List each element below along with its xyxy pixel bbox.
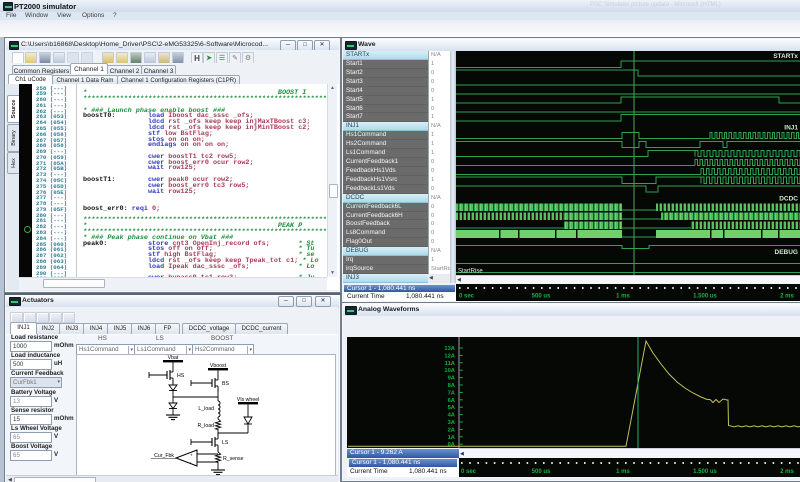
svg-text:DCDC: DCDC — [779, 196, 798, 203]
svg-text:1 ms: 1 ms — [616, 294, 630, 300]
svg-text:R_sense: R_sense — [223, 456, 244, 462]
svg-text:500 us: 500 us — [532, 294, 551, 300]
svg-text:LS: LS — [222, 440, 229, 446]
svg-text:6A: 6A — [448, 398, 456, 404]
svg-text:DEBUG: DEBUG — [775, 249, 798, 256]
svg-text:Vbat: Vbat — [168, 355, 179, 361]
svg-text:+: + — [190, 453, 193, 458]
svg-text:StartRise: StartRise — [458, 269, 483, 275]
svg-text:VIs wheel: VIs wheel — [237, 397, 260, 403]
svg-text:L_load: L_load — [198, 406, 214, 412]
svg-text:10A: 10A — [444, 368, 455, 374]
svg-text:9A: 9A — [448, 376, 456, 382]
svg-text:2 ms: 2 ms — [780, 469, 794, 475]
svg-text:1.500 us: 1.500 us — [693, 294, 717, 300]
svg-text:2A: 2A — [448, 427, 456, 433]
svg-text:7A: 7A — [448, 390, 456, 396]
svg-text:0 sec: 0 sec — [459, 294, 475, 300]
svg-text:1A: 1A — [448, 435, 456, 441]
svg-text:3A: 3A — [448, 420, 456, 426]
svg-text:HS: HS — [177, 373, 185, 379]
svg-text:Cur_Fbk: Cur_Fbk — [154, 453, 174, 459]
svg-text:0A: 0A — [448, 442, 456, 448]
svg-text:R_load: R_load — [198, 423, 215, 429]
svg-text:4A: 4A — [448, 413, 456, 419]
svg-text:5A: 5A — [448, 405, 456, 411]
svg-text:0 sec: 0 sec — [461, 469, 477, 475]
svg-text:2 ms: 2 ms — [780, 294, 794, 300]
svg-text:1 ms: 1 ms — [616, 469, 630, 475]
svg-text:INJ1: INJ1 — [784, 124, 798, 131]
svg-text:Vboost: Vboost — [210, 363, 227, 369]
svg-text:12A: 12A — [444, 353, 455, 359]
svg-text:11A: 11A — [445, 361, 456, 367]
svg-text:1.500 us: 1.500 us — [693, 469, 717, 475]
svg-text:8A: 8A — [448, 383, 456, 389]
svg-text:500 us: 500 us — [532, 469, 551, 475]
svg-text:STARTx: STARTx — [773, 53, 798, 60]
svg-text:BS: BS — [222, 381, 229, 387]
svg-text:13A: 13A — [444, 346, 455, 352]
